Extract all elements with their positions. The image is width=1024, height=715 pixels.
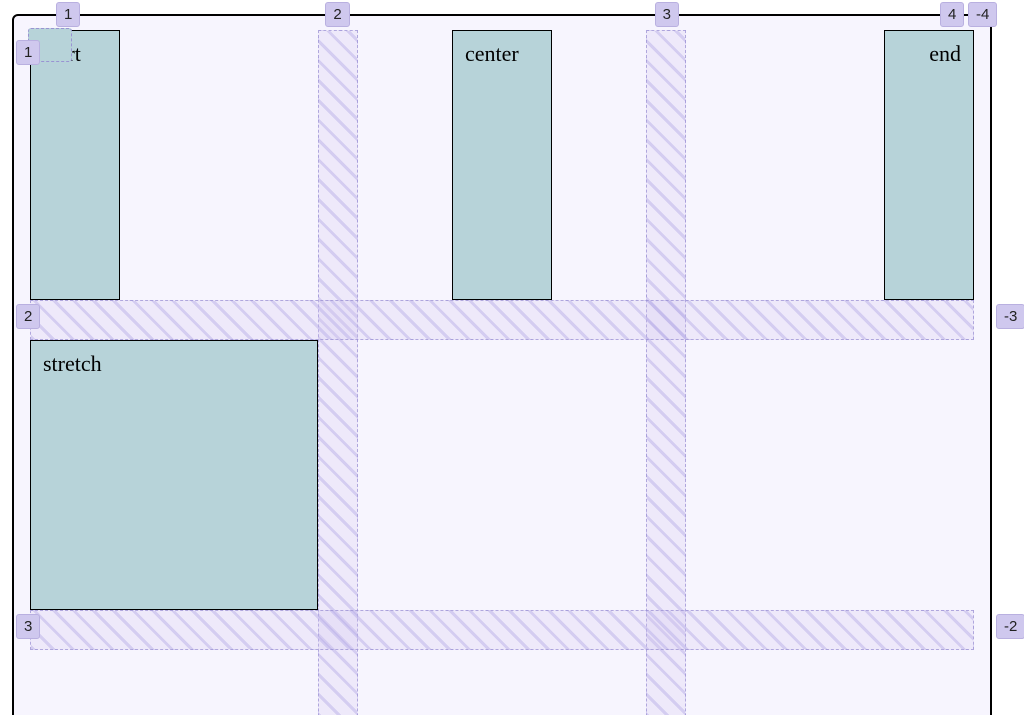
row-line-badge-3: 3 — [16, 614, 40, 639]
item-end: end — [884, 30, 974, 300]
col-line-badge-1: 1 — [56, 2, 80, 27]
row-line-badge-1: 1 — [16, 40, 40, 65]
item-center-label: center — [465, 41, 519, 66]
cell-center: center — [358, 30, 646, 300]
col-line-badge-2: 2 — [325, 2, 349, 27]
grid-container: start center end stretch — [12, 14, 992, 715]
cell-end: end — [686, 30, 974, 300]
row-line-badge-2: 2 — [16, 304, 40, 329]
col-line-badge-3: 3 — [655, 2, 679, 27]
row-line-badge-neg3: -3 — [996, 304, 1024, 329]
cell-start: start — [30, 30, 318, 300]
row-line-badge-neg2: -2 — [996, 614, 1024, 639]
item-start: start — [30, 30, 120, 300]
item-center: center — [452, 30, 552, 300]
item-stretch: stretch — [30, 340, 318, 610]
diagram-viewport: start center end stretch 1 — [0, 0, 1024, 715]
grid: start center end stretch — [30, 30, 974, 715]
col-line-badge-neg4: -4 — [968, 2, 997, 27]
item-stretch-label: stretch — [43, 351, 102, 376]
item-end-label: end — [929, 41, 961, 66]
col-line-badge-4: 4 — [940, 2, 964, 27]
cell-stretch: stretch — [30, 340, 318, 610]
